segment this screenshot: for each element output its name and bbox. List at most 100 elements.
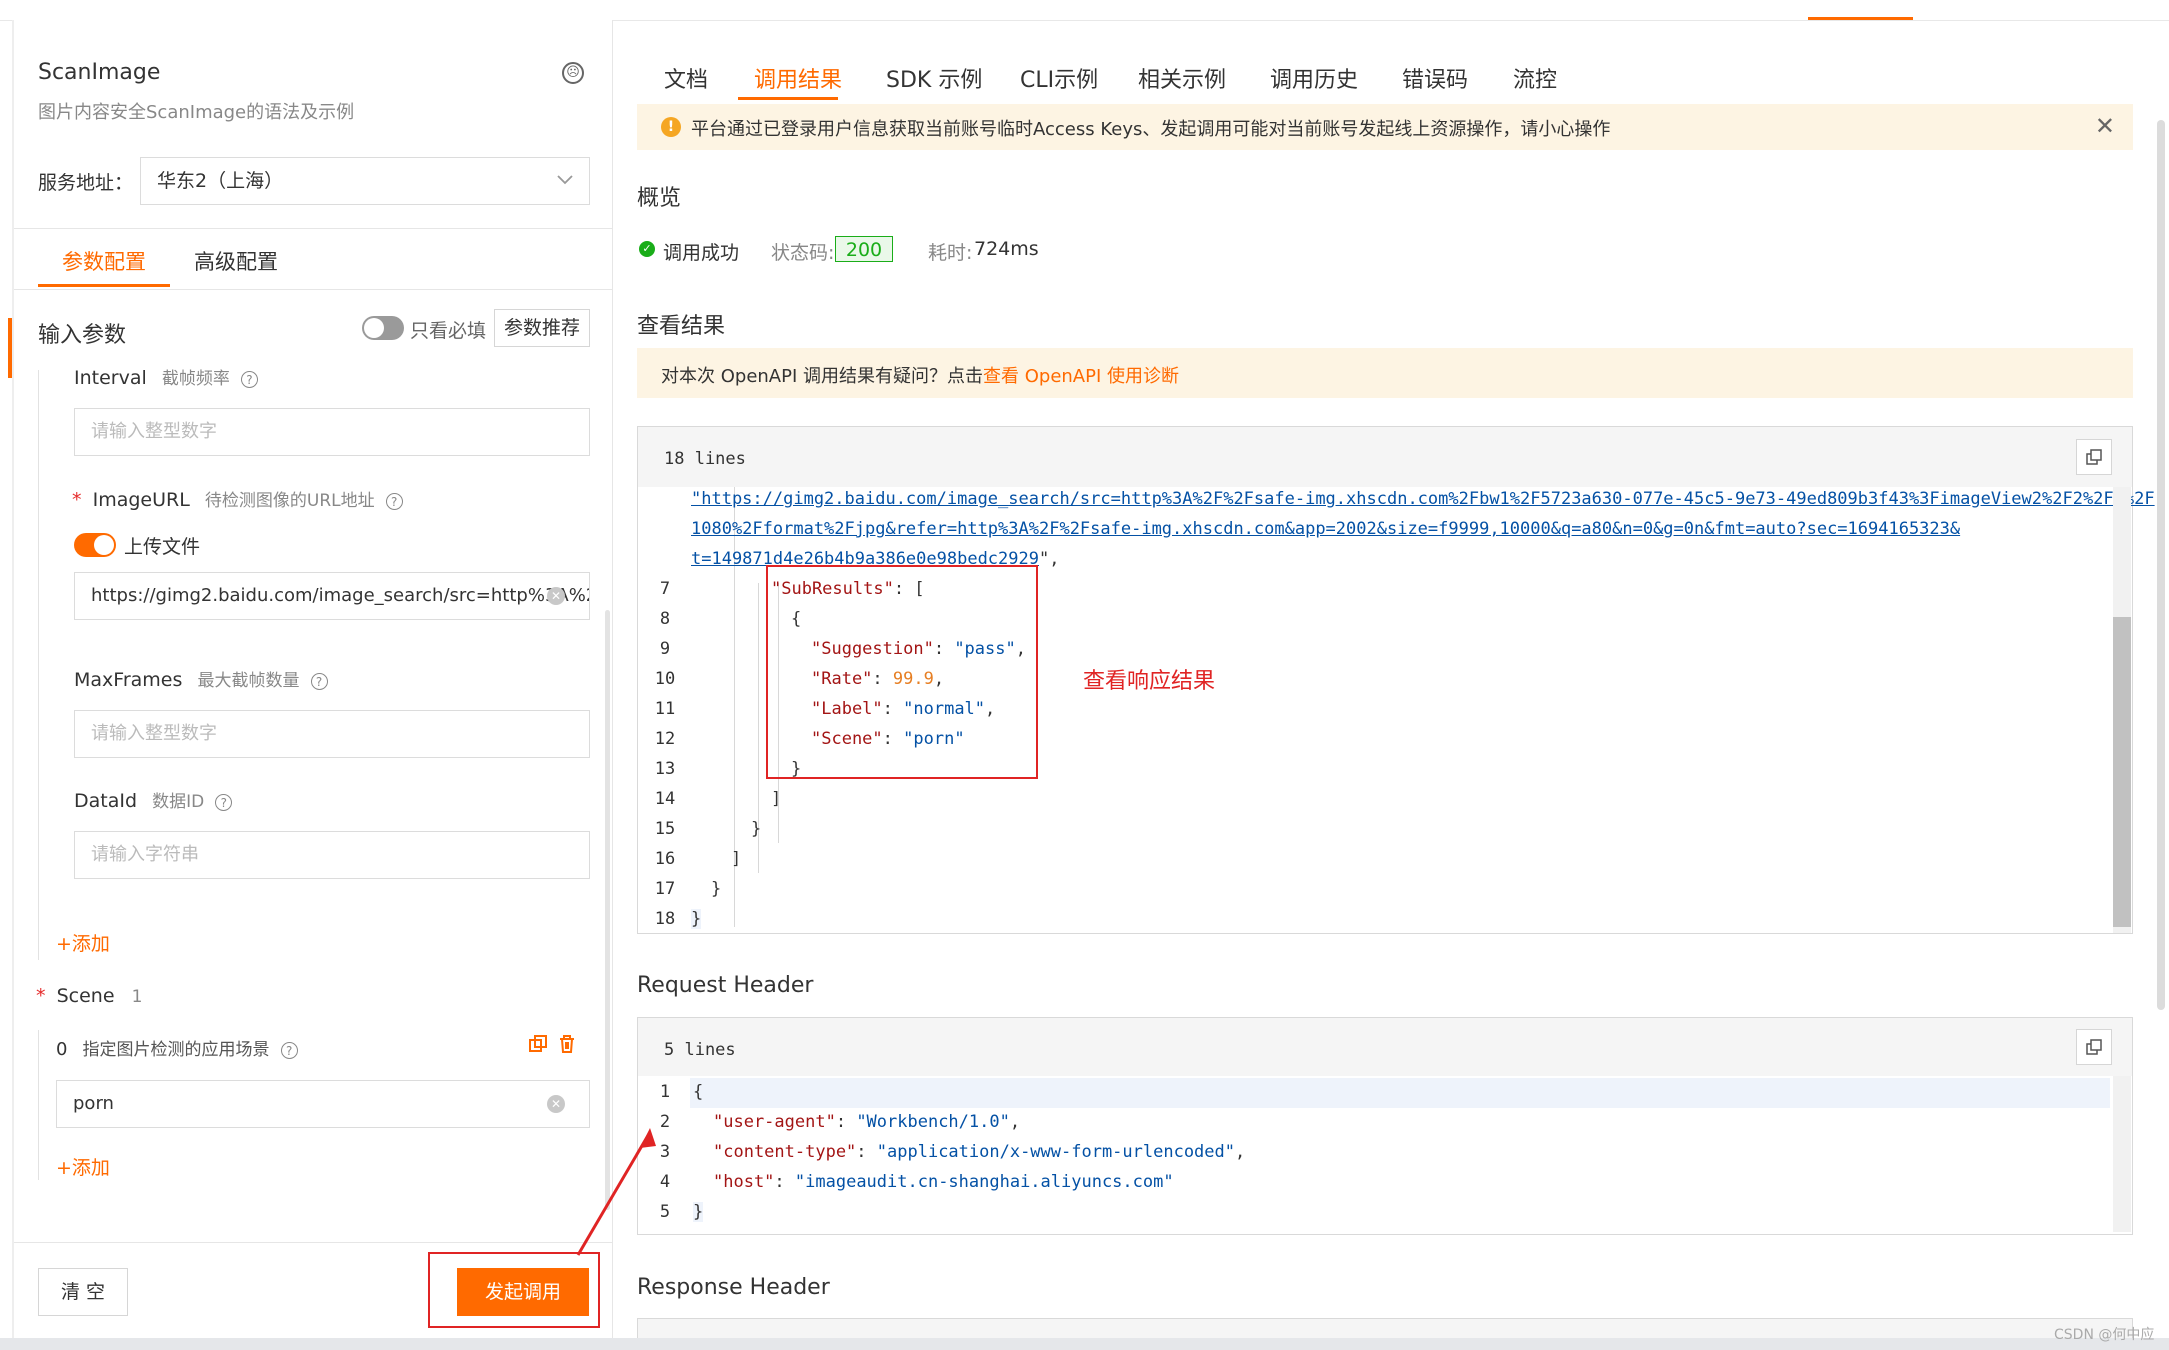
tab-call-result[interactable]: 调用结果: [754, 62, 842, 94]
json-key: "content-type": [713, 1142, 857, 1162]
request-code-body: 1 { 2 "user-agent": "Workbench/1.0", 3 "…: [638, 1076, 2132, 1234]
delete-item-icon[interactable]: [557, 1034, 577, 1054]
warning-text: 平台通过已登录用户信息获取当前账号临时Access Keys、发起调用可能对当前…: [691, 119, 1611, 140]
help-icon[interactable]: ?: [280, 1042, 298, 1059]
code-line: "user-agent": "Workbench/1.0",: [713, 1112, 1020, 1132]
only-required-toggle[interactable]: [362, 316, 404, 340]
scene-input[interactable]: porn: [56, 1080, 590, 1128]
tab-docs[interactable]: 文档: [664, 62, 708, 94]
page-scrollbar[interactable]: [2157, 120, 2165, 1010]
param-recommend-button[interactable]: 参数推荐: [494, 309, 590, 347]
code-line: }: [751, 819, 762, 839]
url-line-3-tail: ",: [1039, 549, 1060, 569]
param-dataid-desc: 数据ID: [152, 792, 205, 812]
tab-advanced-config[interactable]: 高级配置: [194, 246, 278, 276]
request-header-title: Request Header: [637, 973, 814, 998]
clear-input-icon[interactable]: ✕: [547, 1095, 565, 1113]
scene-value: porn: [73, 1093, 114, 1114]
status-code-badge: 200: [835, 236, 893, 262]
left-edge-accent: [8, 318, 12, 378]
input-params-title: 输入参数: [38, 323, 127, 348]
upload-file-label: 上传文件: [124, 536, 201, 558]
line-number: 12: [654, 729, 676, 749]
copy-item-icon[interactable]: [528, 1034, 548, 1054]
top-active-indicator: [1808, 17, 1913, 20]
copy-icon: [2086, 449, 2102, 465]
help-icon[interactable]: ?: [310, 673, 328, 690]
response-line-count: 18 lines: [664, 449, 746, 469]
line-number: 7: [659, 579, 671, 599]
imageurl-input[interactable]: https://gimg2.baidu.com/image_search/src…: [74, 572, 590, 620]
tab-params-config[interactable]: 参数配置: [62, 246, 146, 276]
response-header-code-block: [637, 1318, 2133, 1340]
required-mark: *: [36, 985, 46, 1007]
param-interval-desc: 截帧频率: [161, 369, 230, 389]
dataid-input[interactable]: 请输入字符串: [74, 831, 590, 879]
tab-related-examples[interactable]: 相关示例: [1138, 62, 1226, 94]
interval-input[interactable]: 请输入整型数字: [74, 408, 590, 456]
watermark: CSDN @何中应: [2054, 1327, 2155, 1343]
maxframes-placeholder: 请输入整型数字: [91, 723, 217, 744]
tab-call-history[interactable]: 调用历史: [1270, 62, 1358, 94]
json-key: "host": [713, 1172, 775, 1192]
add-scene-link[interactable]: +添加: [56, 1153, 110, 1180]
line-number: 8: [659, 609, 671, 629]
invoke-button[interactable]: 发起调用: [457, 1268, 589, 1316]
add-param-link[interactable]: +添加: [56, 929, 110, 956]
tab-cli-example[interactable]: CLI示例: [1020, 62, 1098, 94]
tab-error-codes[interactable]: 错误码: [1402, 62, 1468, 94]
time-value: 724ms: [974, 238, 1039, 260]
json-string: "Workbench/1.0": [856, 1112, 1010, 1132]
line-number: 17: [654, 879, 676, 899]
line-number: 16: [654, 849, 676, 869]
help-icon[interactable]: ?: [215, 794, 233, 811]
url-line-2[interactable]: 1080%2Fformat%2Fjpg&refer=http%3A%2F%2Fs…: [691, 519, 1960, 539]
help-icon[interactable]: ?: [385, 493, 403, 510]
diagnosis-text: 对本次 OpenAPI 调用结果有疑问？点击: [661, 366, 983, 387]
tab-flow-control[interactable]: 流控: [1513, 62, 1557, 94]
upload-file-toggle[interactable]: [74, 533, 116, 557]
scene-item-header: 0 指定图片检测的应用场景 ?: [56, 1035, 298, 1060]
status-code-label: 状态码:: [771, 242, 835, 264]
clear-button[interactable]: 清 空: [38, 1268, 128, 1316]
tab-sdk-example[interactable]: SDK 示例: [886, 62, 982, 94]
status-success-text: 调用成功: [663, 242, 740, 264]
request-scrollbar-track[interactable]: [2113, 1076, 2131, 1232]
service-address-label: 服务地址：: [38, 172, 134, 194]
close-icon[interactable]: ✕: [2095, 112, 2115, 140]
param-scene-header: * Scene 1: [36, 985, 142, 1007]
annotation-box-subresults: [766, 565, 1038, 779]
help-icon[interactable]: ?: [240, 371, 258, 388]
bottom-bar: [0, 1338, 2169, 1350]
feedback-face-icon[interactable]: ☹: [562, 62, 584, 84]
scene-group-line: [38, 1030, 39, 1180]
json-punct: ,: [1009, 1112, 1021, 1132]
imageurl-value: https://gimg2.baidu.com/image_search/src…: [91, 585, 590, 606]
warning-icon: !: [661, 117, 681, 137]
clear-input-icon[interactable]: ✕: [547, 587, 565, 605]
right-tab-underline: [738, 97, 838, 100]
service-address-select[interactable]: 华东2（上海）: [140, 157, 590, 205]
param-maxframes-header: MaxFrames 最大截帧数量 ?: [74, 666, 328, 691]
maxframes-input[interactable]: 请输入整型数字: [74, 710, 590, 758]
code-line: }: [711, 879, 722, 899]
diagnosis-link[interactable]: 查看 OpenAPI 使用诊断: [983, 366, 1179, 387]
time-label: 耗时:: [928, 242, 973, 264]
code-scrollbar-track[interactable]: [2113, 487, 2131, 933]
copy-request-button[interactable]: [2076, 1029, 2112, 1065]
annotation-arrow: [576, 1128, 656, 1256]
interval-placeholder: 请输入整型数字: [91, 421, 217, 442]
request-header-code-block: 5 lines 1 { 2 "user-agent": "Workbench/1…: [637, 1017, 2133, 1235]
param-scene-count: 1: [131, 987, 143, 1007]
result-title: 查看结果: [637, 314, 726, 339]
line-number: 10: [654, 669, 676, 689]
only-required-label: 只看必填: [410, 320, 487, 342]
copy-response-button[interactable]: [2076, 439, 2112, 475]
url-line-1[interactable]: "https://gimg2.baidu.com/image_search/sr…: [691, 489, 2155, 509]
code-scrollbar-thumb[interactable]: [2113, 617, 2131, 927]
scene-item-desc: 指定图片检测的应用场景: [82, 1040, 270, 1060]
code-line: ]: [771, 789, 782, 809]
warning-banner: ! 平台通过已登录用户信息获取当前账号临时Access Keys、发起调用可能对…: [637, 104, 2133, 150]
diagnosis-text-row: 对本次 OpenAPI 调用结果有疑问？点击查看 OpenAPI 使用诊断: [661, 362, 1179, 388]
scene-item-index: 0: [56, 1039, 68, 1060]
